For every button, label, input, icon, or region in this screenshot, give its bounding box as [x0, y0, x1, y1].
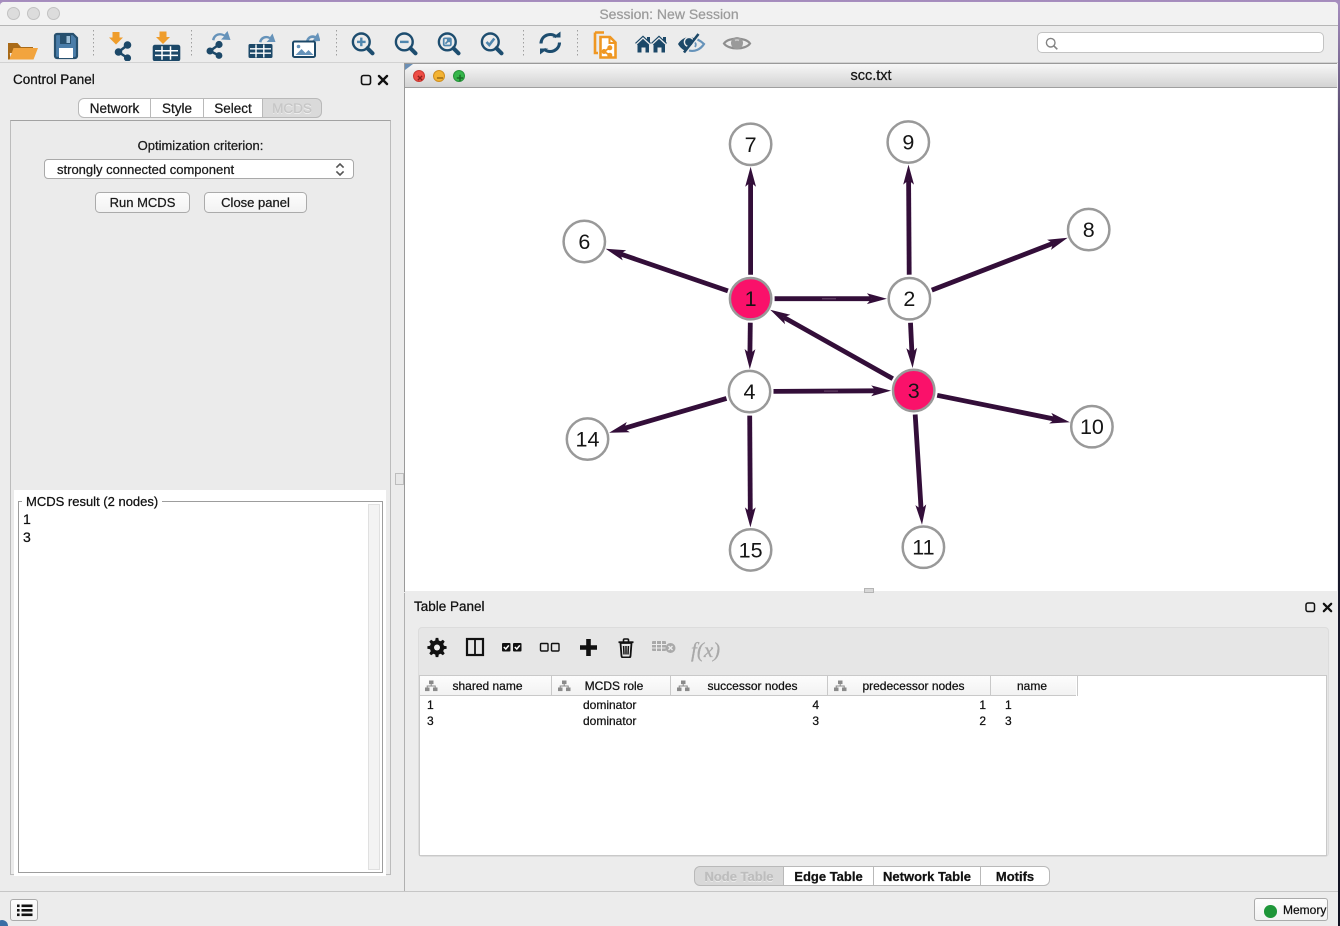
- svg-text:14: 14: [576, 428, 600, 452]
- svg-text:7: 7: [745, 133, 757, 157]
- svg-text:4: 4: [744, 380, 756, 404]
- svg-text:11: 11: [912, 536, 934, 560]
- svg-text:9: 9: [902, 131, 914, 155]
- svg-text:3: 3: [908, 379, 920, 403]
- svg-text:6: 6: [578, 230, 590, 254]
- svg-text:8: 8: [1083, 218, 1095, 242]
- svg-text:1: 1: [745, 287, 757, 311]
- svg-text:15: 15: [739, 538, 763, 562]
- svg-text:10: 10: [1080, 415, 1104, 439]
- svg-text:2: 2: [903, 287, 915, 311]
